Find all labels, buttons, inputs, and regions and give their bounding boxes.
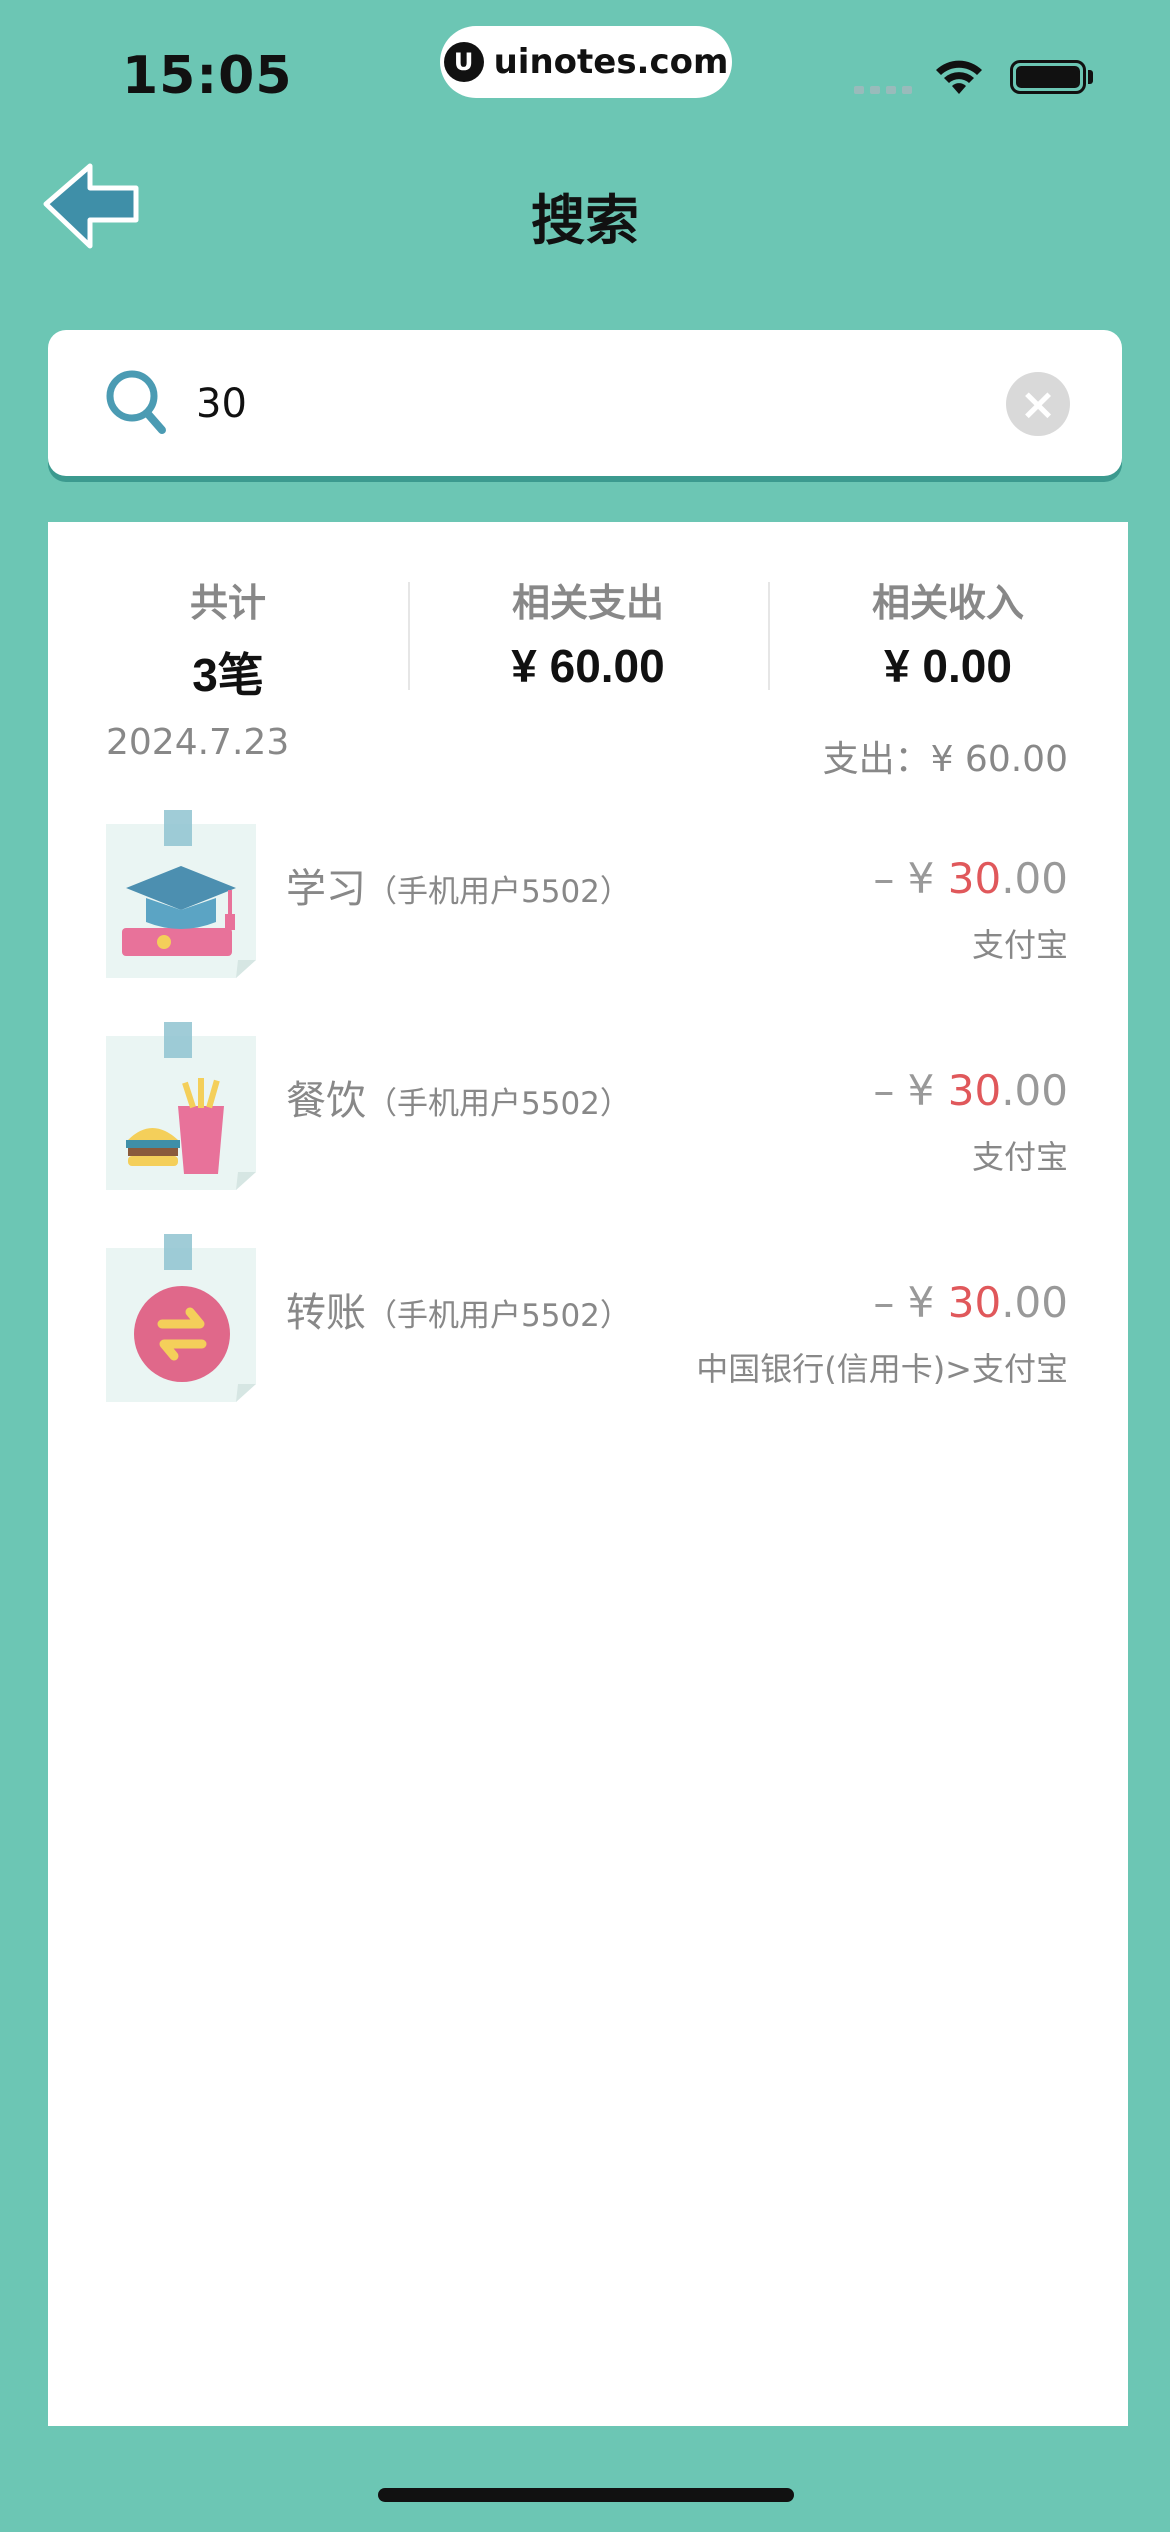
amount-suffix: .00 <box>1001 1278 1068 1327</box>
food-icon <box>106 1022 256 1190</box>
amount-highlight: 30 <box>947 1278 1002 1327</box>
user-label: （手机用户5502） <box>366 1086 631 1122</box>
transaction-amount: – ¥ 30.00 <box>873 854 1068 903</box>
search-icon <box>106 370 166 434</box>
user-label: （手机用户5502） <box>366 1298 631 1334</box>
close-icon: × <box>1019 378 1057 430</box>
transaction-category: 餐饮（手机用户5502） <box>286 1068 631 1126</box>
results-panel: 共计 3笔 相关支出 ¥ 60.00 相关收入 ¥ 0.00 2024.7.23… <box>48 522 1128 2426</box>
page-title: 搜索 <box>531 189 639 252</box>
amount-suffix: .00 <box>1001 1066 1068 1115</box>
transaction-account: 支付宝 <box>971 1138 1068 1176</box>
amount-suffix: .00 <box>1001 854 1068 903</box>
transaction-amount: – ¥ 30.00 <box>873 1278 1068 1327</box>
summary-value: ¥ 0.00 <box>884 640 1012 692</box>
transaction-item[interactable]: 学习（手机用户5502） – ¥ 30.00 支付宝 <box>106 810 1068 1006</box>
amount-prefix: – ¥ <box>873 854 948 903</box>
transaction-category: 学习（手机用户5502） <box>286 856 631 914</box>
summary-label: 相关支出 <box>511 581 664 625</box>
summary-label: 共计 <box>189 581 266 625</box>
date-text: 2024.7.23 <box>106 722 290 763</box>
category-label: 转账 <box>286 1290 366 1336</box>
amount-highlight: 30 <box>947 854 1002 903</box>
summary-value: 3笔 <box>192 649 264 701</box>
transfer-icon <box>106 1234 256 1402</box>
summary-count: 共计 3笔 <box>48 572 408 701</box>
summary-label: 相关收入 <box>871 581 1024 625</box>
cellular-signal-icon <box>854 86 912 94</box>
transaction-category: 转账（手机用户5502） <box>286 1280 631 1338</box>
summary-income: 相关收入 ¥ 0.00 <box>768 572 1128 692</box>
battery-cap <box>1088 70 1093 84</box>
category-label: 学习 <box>286 866 366 912</box>
transaction-amount: – ¥ 30.00 <box>873 1066 1068 1115</box>
summary: 共计 3笔 相关支出 ¥ 60.00 相关收入 ¥ 0.00 <box>48 572 1128 701</box>
site-logo-icon: U <box>443 42 484 82</box>
home-indicator[interactable] <box>378 2488 794 2502</box>
search-input[interactable] <box>194 360 998 448</box>
graduation-cap-icon <box>106 810 256 978</box>
transaction-item[interactable]: 转账（手机用户5502） – ¥ 30.00 中国银行(信用卡)>支付宝 <box>106 1234 1068 1430</box>
url-text: uinotes.com <box>493 42 729 82</box>
user-label: （手机用户5502） <box>366 874 631 910</box>
transaction-item[interactable]: 餐饮（手机用户5502） – ¥ 30.00 支付宝 <box>106 1022 1068 1218</box>
search-box: × <box>48 330 1122 476</box>
url-pill[interactable]: U uinotes.com <box>440 26 732 98</box>
status-time: 15:05 <box>122 46 293 106</box>
amount-prefix: – ¥ <box>873 1278 948 1327</box>
day-total: 支出：¥ 60.00 <box>822 739 1068 780</box>
wifi-icon <box>936 60 982 94</box>
clear-search-button[interactable]: × <box>1006 372 1070 436</box>
category-label: 餐饮 <box>286 1078 366 1124</box>
amount-highlight: 30 <box>947 1066 1002 1115</box>
transaction-account: 中国银行(信用卡)>支付宝 <box>696 1350 1068 1388</box>
summary-expense: 相关支出 ¥ 60.00 <box>408 572 768 692</box>
summary-value: ¥ 60.00 <box>511 640 665 692</box>
amount-prefix: – ¥ <box>873 1066 948 1115</box>
transaction-account: 支付宝 <box>971 926 1068 964</box>
battery-icon <box>1010 60 1086 94</box>
